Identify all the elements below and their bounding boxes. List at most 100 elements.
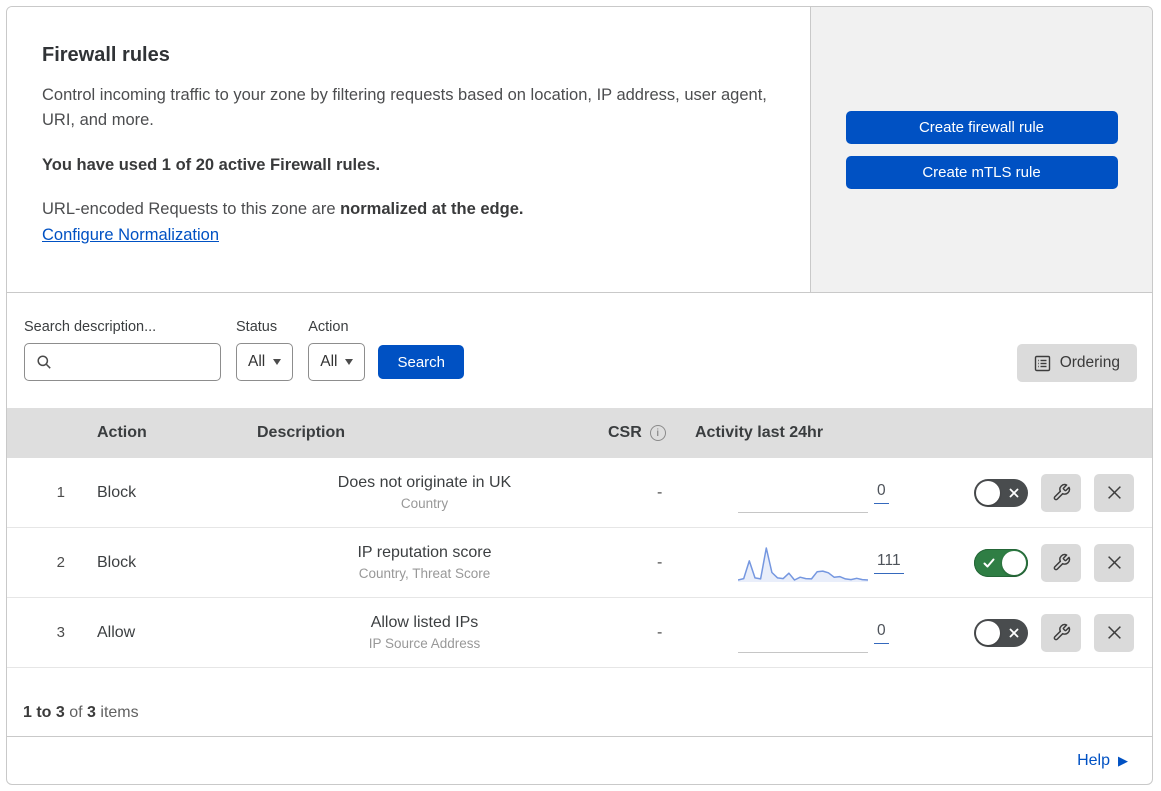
page-title: Firewall rules bbox=[42, 44, 170, 66]
activity-column-header: Activity last 24hr bbox=[695, 424, 824, 441]
wrench-icon bbox=[1052, 553, 1071, 572]
rule-description-cell: Allow listed IPs IP Source Address bbox=[252, 598, 592, 667]
normalization-prefix: URL-encoded Requests to this zone are bbox=[42, 200, 341, 218]
table-header: Action Description CSR i Activity last 2… bbox=[7, 408, 1152, 458]
table-row: 1 Block Does not originate in UK Country… bbox=[7, 458, 1152, 528]
status-dropdown-value: All bbox=[248, 353, 266, 370]
edit-rule-button[interactable] bbox=[1041, 543, 1081, 582]
rule-csr: - bbox=[657, 553, 663, 571]
ordering-list-icon bbox=[1034, 355, 1051, 372]
info-icon[interactable]: i bbox=[649, 425, 666, 441]
rule-priority: 3 bbox=[56, 624, 65, 641]
action-column-header: Action bbox=[97, 424, 147, 441]
status-filter-group: Status All bbox=[236, 319, 294, 381]
header-text-panel: Firewall rules Control incoming traffic … bbox=[7, 7, 811, 292]
create-mtls-rule-button[interactable]: Create mTLS rule bbox=[845, 156, 1118, 189]
action-dropdown-value: All bbox=[320, 353, 338, 370]
action-filter-group: Action All bbox=[308, 319, 366, 381]
firewall-rules-card: Firewall rules Control incoming traffic … bbox=[6, 6, 1153, 785]
items-text: items bbox=[95, 704, 139, 721]
toggle-state-icon bbox=[1009, 628, 1019, 638]
usage-summary: You have used 1 of 20 active Firewall ru… bbox=[42, 156, 381, 174]
normalization-bold: normalized at the edge. bbox=[340, 200, 524, 218]
rule-activity-cell: 0 bbox=[692, 598, 927, 667]
rule-controls bbox=[927, 528, 1152, 597]
header-section: Firewall rules Control incoming traffic … bbox=[7, 7, 1152, 293]
normalization-text: URL-encoded Requests to this zone are no… bbox=[42, 200, 770, 219]
item-total: 3 bbox=[87, 704, 96, 721]
rule-activity-cell: 111 bbox=[692, 528, 927, 597]
csr-column-header: CSR i bbox=[592, 408, 692, 458]
wrench-icon bbox=[1052, 623, 1071, 642]
actions-panel: Create firewall rule Create mTLS rule bbox=[811, 7, 1152, 292]
status-label: Status bbox=[236, 319, 278, 335]
table-row: 2 Block IP reputation score Country, Thr… bbox=[7, 528, 1152, 598]
search-input[interactable] bbox=[60, 352, 220, 372]
rule-activity-cell: 0 bbox=[692, 458, 927, 527]
rule-enable-toggle[interactable] bbox=[974, 618, 1028, 647]
help-label: Help bbox=[1077, 751, 1110, 769]
rule-csr: - bbox=[657, 483, 663, 501]
configure-normalization-link[interactable]: Configure Normalization bbox=[42, 226, 219, 245]
help-link[interactable]: Help ▶ bbox=[1077, 752, 1128, 770]
toggle-knob bbox=[1002, 550, 1026, 575]
rule-description: Does not originate in UK bbox=[337, 474, 512, 491]
ordering-button[interactable]: Ordering bbox=[1016, 344, 1137, 382]
rule-controls bbox=[927, 458, 1152, 527]
page-description: Control incoming traffic to your zone by… bbox=[42, 86, 767, 129]
edit-rule-button[interactable] bbox=[1041, 473, 1081, 512]
activity-sparkline bbox=[738, 472, 868, 513]
chevron-down-icon bbox=[345, 359, 354, 365]
chevron-down-icon bbox=[273, 359, 282, 365]
csr-header-label: CSR bbox=[608, 424, 642, 441]
rule-priority: 2 bbox=[56, 554, 65, 571]
activity-sparkline bbox=[737, 543, 869, 583]
pagination-summary: 1 to 3 of 3 items bbox=[7, 668, 1152, 737]
delete-rule-button[interactable] bbox=[1094, 613, 1134, 652]
table-row: 3 Allow Allow listed IPs IP Source Addre… bbox=[7, 598, 1152, 668]
edit-rule-button[interactable] bbox=[1041, 613, 1081, 652]
rule-description: Allow listed IPs bbox=[370, 614, 479, 631]
search-icon bbox=[36, 354, 52, 370]
action-dropdown[interactable]: All bbox=[308, 343, 366, 381]
wrench-icon bbox=[1052, 483, 1071, 502]
activity-count-link[interactable]: 0 bbox=[874, 482, 889, 504]
filter-bar: Search description... Status All Action bbox=[7, 293, 1152, 408]
rule-enable-toggle[interactable] bbox=[974, 548, 1028, 577]
rule-fields: Country, Threat Score bbox=[358, 566, 491, 581]
close-icon bbox=[1107, 555, 1122, 570]
delete-rule-button[interactable] bbox=[1094, 543, 1134, 582]
close-icon bbox=[1107, 625, 1122, 640]
rule-controls bbox=[927, 598, 1152, 667]
help-arrow-icon: ▶ bbox=[1118, 753, 1128, 768]
description-column-header: Description bbox=[257, 424, 346, 441]
activity-count-link[interactable]: 0 bbox=[874, 622, 889, 644]
rule-enable-toggle[interactable] bbox=[974, 478, 1028, 507]
search-box[interactable] bbox=[24, 343, 221, 381]
rule-description-cell: IP reputation score Country, Threat Scor… bbox=[252, 528, 592, 597]
rule-action: Block bbox=[97, 553, 137, 571]
toggle-knob bbox=[976, 480, 1000, 505]
toggle-state-icon bbox=[1009, 488, 1019, 498]
search-group: Search description... bbox=[24, 319, 221, 381]
controls-column-header bbox=[927, 408, 1152, 458]
search-button[interactable]: Search bbox=[378, 345, 464, 379]
rule-fields: IP Source Address bbox=[368, 636, 481, 651]
status-dropdown[interactable]: All bbox=[236, 343, 294, 381]
of-text: of bbox=[64, 704, 88, 721]
toggle-knob bbox=[976, 620, 1000, 645]
delete-rule-button[interactable] bbox=[1094, 473, 1134, 512]
activity-sparkline bbox=[738, 612, 868, 653]
rule-description-cell: Does not originate in UK Country bbox=[252, 458, 592, 527]
rule-action: Allow bbox=[97, 623, 136, 641]
rule-priority: 1 bbox=[56, 484, 65, 501]
rule-csr: - bbox=[657, 623, 663, 641]
rule-action: Block bbox=[97, 483, 137, 501]
search-label: Search description... bbox=[24, 319, 157, 335]
rule-description: IP reputation score bbox=[357, 544, 492, 561]
ordering-button-label: Ordering bbox=[1059, 354, 1120, 371]
create-firewall-rule-button[interactable]: Create firewall rule bbox=[845, 111, 1118, 144]
close-icon bbox=[1107, 485, 1122, 500]
priority-column-header bbox=[7, 408, 82, 458]
activity-count-link[interactable]: 111 bbox=[874, 552, 904, 574]
